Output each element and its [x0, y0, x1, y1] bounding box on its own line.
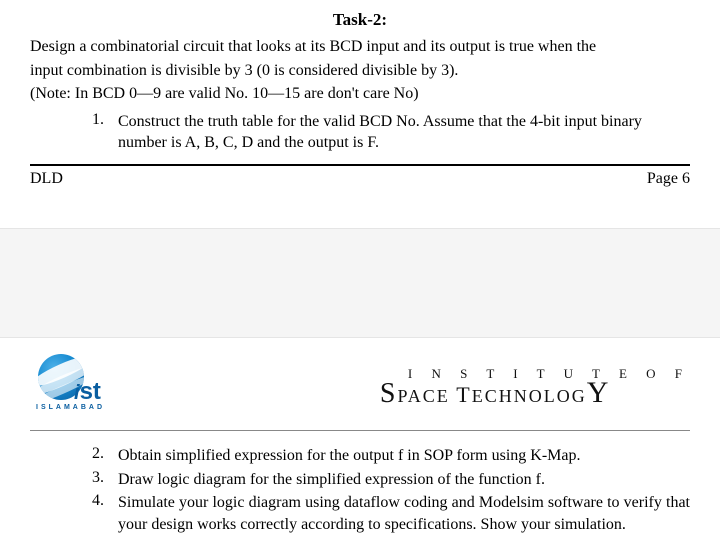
list-text: Draw logic diagram for the simplified ex… — [118, 469, 690, 491]
institute-line1: I N S T I T U T E O F — [380, 368, 690, 380]
list-number: 2. — [92, 445, 118, 467]
inst-text: PACE — [397, 386, 456, 406]
footer-left: DLD — [30, 170, 63, 188]
page-1-content: Task-2: Design a combinatorial circuit t… — [0, 0, 720, 188]
ist-logo: ist ISLAMABAD — [30, 352, 130, 422]
intro-line-2: input combination is divisible by 3 (0 i… — [30, 60, 690, 82]
institute-title: I N S T I T U T E O F SPACE TECHNOLOGY — [380, 368, 690, 407]
institute-line2: SPACE TECHNOLOGY — [380, 379, 690, 406]
ordered-list-bottom: 2. Obtain simplified expression for the … — [30, 445, 690, 535]
letterhead: ist ISLAMABAD I N S T I T U T E O F SPAC… — [30, 338, 690, 428]
logo-subtext: ISLAMABAD — [36, 404, 105, 411]
list-item: 3. Draw logic diagram for the simplified… — [92, 469, 690, 491]
page-gap — [0, 228, 720, 338]
ordered-list-top: 1. Construct the truth table for the val… — [30, 111, 690, 154]
inst-text: ECHNOLOG — [472, 386, 587, 406]
cap-y: Y — [587, 376, 611, 409]
cap-t: T — [456, 382, 471, 407]
page-footer: DLD Page 6 — [30, 166, 690, 188]
list-text: Construct the truth table for the valid … — [118, 111, 690, 154]
list-number: 4. — [92, 492, 118, 535]
list-item: 2. Obtain simplified expression for the … — [92, 445, 690, 467]
page-2-content: ist ISLAMABAD I N S T I T U T E O F SPAC… — [0, 338, 720, 547]
list-text: Simulate your logic diagram using datafl… — [118, 492, 690, 535]
list-text: Obtain simplified expression for the out… — [118, 445, 690, 467]
list-number: 1. — [92, 111, 118, 154]
note-line: (Note: In BCD 0—9 are valid No. 10—15 ar… — [30, 83, 690, 105]
task-heading: Task-2: — [30, 10, 690, 30]
list-item: 4. Simulate your logic diagram using dat… — [92, 492, 690, 535]
intro-line-1: Design a combinatorial circuit that look… — [30, 36, 690, 58]
logo-text: ist — [74, 378, 101, 406]
footer-right: Page 6 — [647, 170, 690, 188]
header-rule — [30, 430, 690, 431]
list-number: 3. — [92, 469, 118, 491]
cap-s: S — [380, 378, 398, 409]
list-item: 1. Construct the truth table for the val… — [92, 111, 690, 154]
